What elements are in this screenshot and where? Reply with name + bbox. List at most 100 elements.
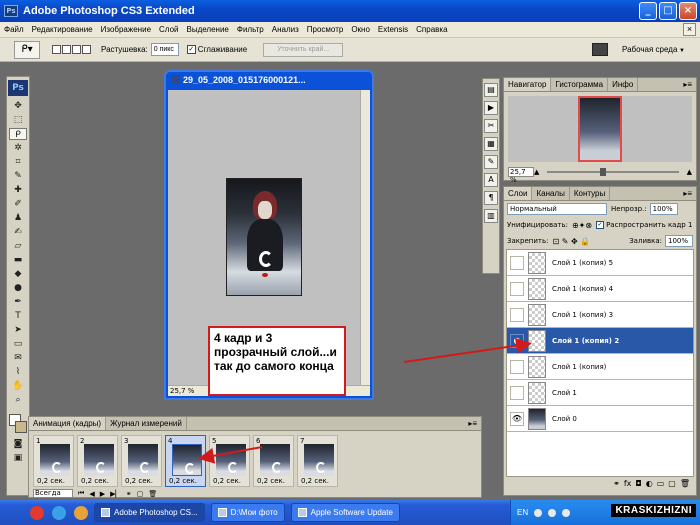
visibility-toggle[interactable] (510, 359, 524, 374)
layer-row[interactable]: Слой 1 (копия) 3 (507, 302, 693, 328)
animation-frame[interactable]: 2 0,2 сек. (77, 435, 118, 487)
intersect-selection-icon[interactable] (82, 45, 91, 54)
opera-icon[interactable] (30, 505, 44, 520)
tab-navigator[interactable]: Навигатор (504, 78, 552, 91)
eye-icon[interactable]: ● (510, 333, 524, 348)
subtract-selection-icon[interactable] (72, 45, 81, 54)
frame-delay[interactable]: 0,2 сек. (169, 477, 197, 485)
gradient-tool-icon[interactable]: ▬ (9, 254, 27, 266)
zoom-out-icon[interactable]: ▲ (534, 168, 539, 176)
ie-icon[interactable] (52, 505, 66, 520)
document-title-bar[interactable]: 29_05_2008_015176000121... (166, 72, 372, 88)
navigator-zoom-slider[interactable] (547, 168, 679, 176)
eraser-tool-icon[interactable]: ▱ (9, 240, 27, 252)
menu-select[interactable]: Выделение (182, 25, 232, 34)
close-button[interactable]: × (679, 2, 697, 20)
hand-tool-icon[interactable]: ✋ (9, 380, 27, 392)
document-vertical-scrollbar[interactable] (360, 90, 370, 386)
play-icon[interactable]: ▶ (100, 490, 105, 498)
navigator-zoom-input[interactable]: 25,7 % (508, 167, 534, 184)
crop-tool-icon[interactable]: ⌗ (9, 156, 27, 168)
screen-mode-icon[interactable]: ▣ (9, 452, 27, 464)
workspace-menu[interactable]: Рабочая среда (622, 45, 685, 54)
feather-input[interactable]: 0 пикс (150, 43, 179, 56)
dock-tools-icon[interactable]: ✂ (484, 119, 498, 133)
tray-icon[interactable] (562, 508, 571, 517)
brush-tool-icon[interactable]: ✐ (9, 198, 27, 210)
stamp-tool-icon[interactable]: ♟ (9, 212, 27, 224)
navigator-view-box[interactable] (578, 96, 622, 162)
blend-mode-select[interactable]: Нормальный (507, 203, 607, 215)
lock-icons[interactable]: ⊡ ✎ ✥ 🔒 (552, 237, 590, 246)
history-brush-icon[interactable]: ✍ (9, 226, 27, 238)
visibility-toggle[interactable] (510, 255, 524, 270)
duplicate-frame-icon[interactable]: ▢ (137, 490, 144, 498)
tab-histogram[interactable]: Гистограмма (551, 78, 609, 91)
workspace-icon[interactable] (592, 43, 608, 56)
prev-frame-icon[interactable]: ◀ (89, 490, 94, 498)
menu-layer[interactable]: Слой (155, 25, 182, 34)
dock-brushes-icon[interactable]: ✎ (484, 155, 498, 169)
frame-delay[interactable]: 0,2 сек. (125, 477, 153, 485)
color-swatches[interactable] (8, 414, 30, 436)
notes-tool-icon[interactable]: ✉ (9, 352, 27, 364)
delete-layer-icon[interactable]: 🗑 (680, 479, 690, 493)
healing-tool-icon[interactable]: ✚ (9, 184, 27, 196)
slice-tool-icon[interactable]: ✎ (9, 170, 27, 182)
frame-delay[interactable]: 0,2 сек. (81, 477, 109, 485)
first-frame-icon[interactable]: ⏮ (78, 489, 84, 498)
panel-menu-icon[interactable]: ▸≡ (679, 78, 696, 91)
loop-select[interactable]: Всегда (33, 489, 73, 498)
antialias-checkbox[interactable]: ✓ (186, 45, 196, 54)
animation-frame[interactable]: 6 0,2 сек. (253, 435, 294, 487)
menu-file[interactable]: Файл (0, 25, 28, 34)
taskbar-item-photoshop[interactable]: Adobe Photoshop CS... (94, 503, 205, 522)
tab-channels[interactable]: Каналы (532, 187, 570, 200)
navigator-preview[interactable] (508, 96, 692, 162)
layer-row[interactable]: Слой 1 (507, 380, 693, 406)
lasso-tool-preset-icon[interactable]: ᑭ▾ (14, 40, 40, 59)
animation-frame[interactable]: 7 0,2 сек. (297, 435, 338, 487)
fill-input[interactable]: 100% (665, 235, 693, 247)
dock-character-icon[interactable]: A (484, 173, 498, 187)
menu-image[interactable]: Изображение (97, 25, 155, 34)
doc-close-icon[interactable]: × (683, 23, 696, 36)
refine-edge-button[interactable]: Уточнить край... (263, 42, 344, 57)
opacity-input[interactable]: 100% (649, 203, 678, 215)
animation-frame[interactable]: 3 0,2 сек. (121, 435, 162, 487)
menu-edit[interactable]: Редактирование (28, 25, 97, 34)
shape-tool-icon[interactable]: ▭ (9, 338, 27, 350)
new-group-icon[interactable]: ▭ (657, 479, 665, 493)
eye-icon[interactable]: 👁 (510, 411, 524, 426)
tab-info[interactable]: Инфо (608, 78, 639, 91)
tab-paths[interactable]: Контуры (570, 187, 611, 200)
firefox-icon[interactable] (74, 505, 88, 520)
new-selection-icon[interactable] (52, 45, 61, 54)
delete-frame-icon[interactable]: 🗑 (148, 490, 157, 498)
add-selection-icon[interactable] (62, 45, 71, 54)
adjustment-layer-icon[interactable]: ◐ (646, 479, 653, 493)
tab-animation[interactable]: Анимация (кадры) (29, 417, 107, 430)
layer-row[interactable]: Слой 1 (копия) (507, 354, 693, 380)
quick-mask-icon[interactable]: ◙ (9, 438, 27, 450)
dock-layer-comps-icon[interactable]: ▥ (484, 209, 498, 223)
tab-layers[interactable]: Слои (504, 187, 533, 200)
dodge-tool-icon[interactable]: ● (9, 282, 27, 294)
link-layers-icon[interactable]: ⚭ (613, 479, 620, 493)
layer-row[interactable]: Слой 1 (копия) 5 (507, 250, 693, 276)
dock-history-icon[interactable]: ▤ (484, 83, 498, 97)
layer-row[interactable]: Слой 1 (копия) 4 (507, 276, 693, 302)
move-tool-icon[interactable]: ✥ (9, 100, 27, 112)
dock-swatches-icon[interactable]: ▦ (484, 137, 498, 151)
menu-window[interactable]: Окно (347, 25, 374, 34)
pen-tool-icon[interactable]: ✒ (9, 296, 27, 308)
taskbar-item-folder[interactable]: D:\Мои фото (210, 503, 285, 522)
layer-style-icon[interactable]: fx (624, 479, 632, 493)
marquee-tool-icon[interactable]: ⬚ (9, 114, 27, 126)
lasso-tool-icon[interactable]: ᑭ (9, 128, 27, 140)
unify-icons[interactable]: ⊕✦⊗ (572, 221, 592, 230)
maximize-button[interactable]: □ (659, 2, 677, 20)
frame-delay[interactable]: 0,2 сек. (37, 477, 65, 485)
menu-extensis[interactable]: Extensis (374, 25, 412, 34)
tray-icon[interactable] (534, 508, 543, 517)
